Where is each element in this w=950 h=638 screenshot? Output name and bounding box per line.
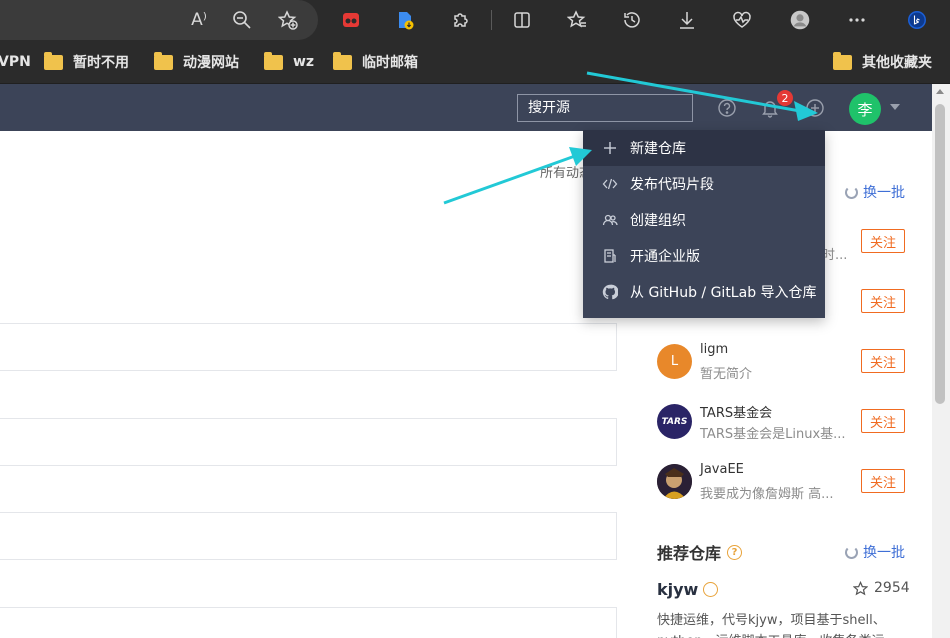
star-count: 2954 xyxy=(874,580,910,596)
follow-button[interactable]: 关注 xyxy=(861,469,905,493)
user-name[interactable]: JavaEE xyxy=(700,462,744,477)
bookmark-folder-linshi[interactable]: 临时邮箱 xyxy=(333,51,418,72)
scroll-up-arrow-icon[interactable] xyxy=(936,89,944,94)
menu-item-label: 开通企业版 xyxy=(630,249,700,265)
read-aloud-icon[interactable]: A⁾ xyxy=(186,7,212,33)
menu-item-enterprise[interactable]: 开通企业版 xyxy=(583,238,825,274)
plus-icon xyxy=(602,140,618,156)
bing-copilot-icon[interactable] xyxy=(897,0,937,40)
bookmarks-bar: VPN 暂时不用 动漫网站 wz 临时邮箱 其他收藏夹 xyxy=(0,40,950,84)
refresh-label: 换一批 xyxy=(863,545,905,561)
feed-card xyxy=(0,607,617,638)
browser-essentials-icon[interactable] xyxy=(729,7,755,33)
refresh-icon xyxy=(845,185,858,199)
bookmark-folder-other[interactable]: 其他收藏夹 xyxy=(833,51,932,72)
bookmark-label: 临时邮箱 xyxy=(362,55,418,71)
menu-item-import-repo[interactable]: 从 GitHub / GitLab 导入仓库 xyxy=(583,274,825,310)
menu-item-label: 发布代码片段 xyxy=(630,177,714,193)
bookmark-label: 动漫网站 xyxy=(183,55,239,71)
pdf-download-icon[interactable] xyxy=(392,7,418,33)
feed-card xyxy=(0,512,617,560)
user-name[interactable]: ligm xyxy=(700,342,728,357)
split-screen-icon[interactable] xyxy=(509,7,535,33)
follow-button[interactable]: 关注 xyxy=(861,349,905,373)
follow-button[interactable]: 关注 xyxy=(861,229,905,253)
more-icon[interactable] xyxy=(844,7,870,33)
read-aloud-glyph: A⁾ xyxy=(191,10,207,30)
refresh-repos-link[interactable]: 换一批 xyxy=(845,542,905,562)
refresh-label: 换一批 xyxy=(863,185,905,201)
follow-button[interactable]: 关注 xyxy=(861,289,905,313)
folder-icon xyxy=(44,51,63,70)
bookmark-label: 暂时不用 xyxy=(73,55,129,71)
browser-toolbar: A⁾ xyxy=(0,0,950,40)
feed-card xyxy=(0,323,617,371)
scrollbar-thumb[interactable] xyxy=(935,104,945,404)
extensions-icon[interactable] xyxy=(448,7,474,33)
menu-item-new-repo[interactable]: 新建仓库 xyxy=(583,130,825,166)
repo-desc: 快捷运维，代号kjyw，项目基于shell、python，运维脚本工具库，收集各… xyxy=(657,613,886,638)
folder-icon xyxy=(264,51,283,70)
menu-item-new-org[interactable]: 创建组织 xyxy=(583,202,825,238)
site-header xyxy=(0,84,932,131)
user-avatar[interactable]: 李 xyxy=(849,93,881,125)
search-input[interactable] xyxy=(517,94,693,122)
star-icon xyxy=(853,580,868,595)
user-avatar-tars[interactable]: TARS xyxy=(657,404,692,439)
user-desc: TARS基金会是Linux基... xyxy=(700,427,846,442)
downloads-icon[interactable] xyxy=(674,7,700,33)
notification-badge: 2 xyxy=(777,90,793,106)
question-icon[interactable]: ? xyxy=(727,544,743,560)
avatar-caret-icon[interactable] xyxy=(890,104,900,110)
feed-card xyxy=(0,418,617,466)
folder-icon xyxy=(333,51,352,70)
user-avatar-ligm[interactable]: L xyxy=(657,344,692,379)
user-desc: 暂无简介 xyxy=(700,367,753,382)
building-icon xyxy=(602,248,618,264)
menu-item-new-snippet[interactable]: 发布代码片段 xyxy=(583,166,825,202)
users-icon xyxy=(602,212,618,228)
add-favorite-icon[interactable] xyxy=(275,7,301,33)
history-icon[interactable] xyxy=(619,7,645,33)
refresh-icon xyxy=(845,545,858,559)
user-desc: 时... xyxy=(822,248,848,263)
bookmark-label: VPN xyxy=(0,54,31,70)
toolbar-separator xyxy=(491,10,492,30)
repo-name-text: kjyw xyxy=(657,580,699,599)
create-dropdown-menu: 新建仓库 发布代码片段 创建组织 开通企业版 从 GitHub / GitLab… xyxy=(583,130,825,318)
zoom-out-icon[interactable] xyxy=(229,7,255,33)
bookmark-vpn[interactable]: VPN xyxy=(0,52,31,72)
favorites-icon[interactable] xyxy=(564,7,590,33)
user-desc: 我要成为像詹姆斯 高... xyxy=(700,487,834,502)
refresh-users-link[interactable]: 换一批 xyxy=(845,182,905,202)
bookmark-label: 其他收藏夹 xyxy=(862,55,932,71)
help-icon[interactable] xyxy=(717,98,737,118)
repo-link[interactable]: kjyw xyxy=(657,580,719,599)
recommend-badge-icon xyxy=(703,582,719,597)
repo-stars: 2954 xyxy=(853,580,910,596)
user-avatar-javaee[interactable] xyxy=(657,464,692,499)
bookmark-folder-zanshi[interactable]: 暂时不用 xyxy=(44,51,129,72)
follow-button[interactable]: 关注 xyxy=(861,409,905,433)
profile-icon[interactable] xyxy=(786,6,814,34)
github-icon xyxy=(602,284,618,300)
recommended-repos-title: 推荐仓库? xyxy=(657,540,743,564)
create-plus-icon[interactable] xyxy=(805,98,825,118)
bookmark-folder-dongman[interactable]: 动漫网站 xyxy=(154,51,239,72)
folder-icon xyxy=(154,51,173,70)
section-title-text: 推荐仓库 xyxy=(657,544,722,563)
address-bar-end[interactable] xyxy=(0,0,318,40)
extension-red-icon[interactable] xyxy=(338,7,364,33)
menu-item-label: 从 GitHub / GitLab 导入仓库 xyxy=(630,285,817,301)
menu-item-label: 新建仓库 xyxy=(630,141,686,157)
bookmark-folder-wz[interactable]: wz xyxy=(264,51,315,72)
code-icon xyxy=(602,176,618,192)
bookmark-label: wz xyxy=(293,54,315,70)
user-name[interactable]: TARS基金会 xyxy=(700,402,772,421)
folder-icon xyxy=(833,51,852,70)
menu-item-label: 创建组织 xyxy=(630,213,686,229)
